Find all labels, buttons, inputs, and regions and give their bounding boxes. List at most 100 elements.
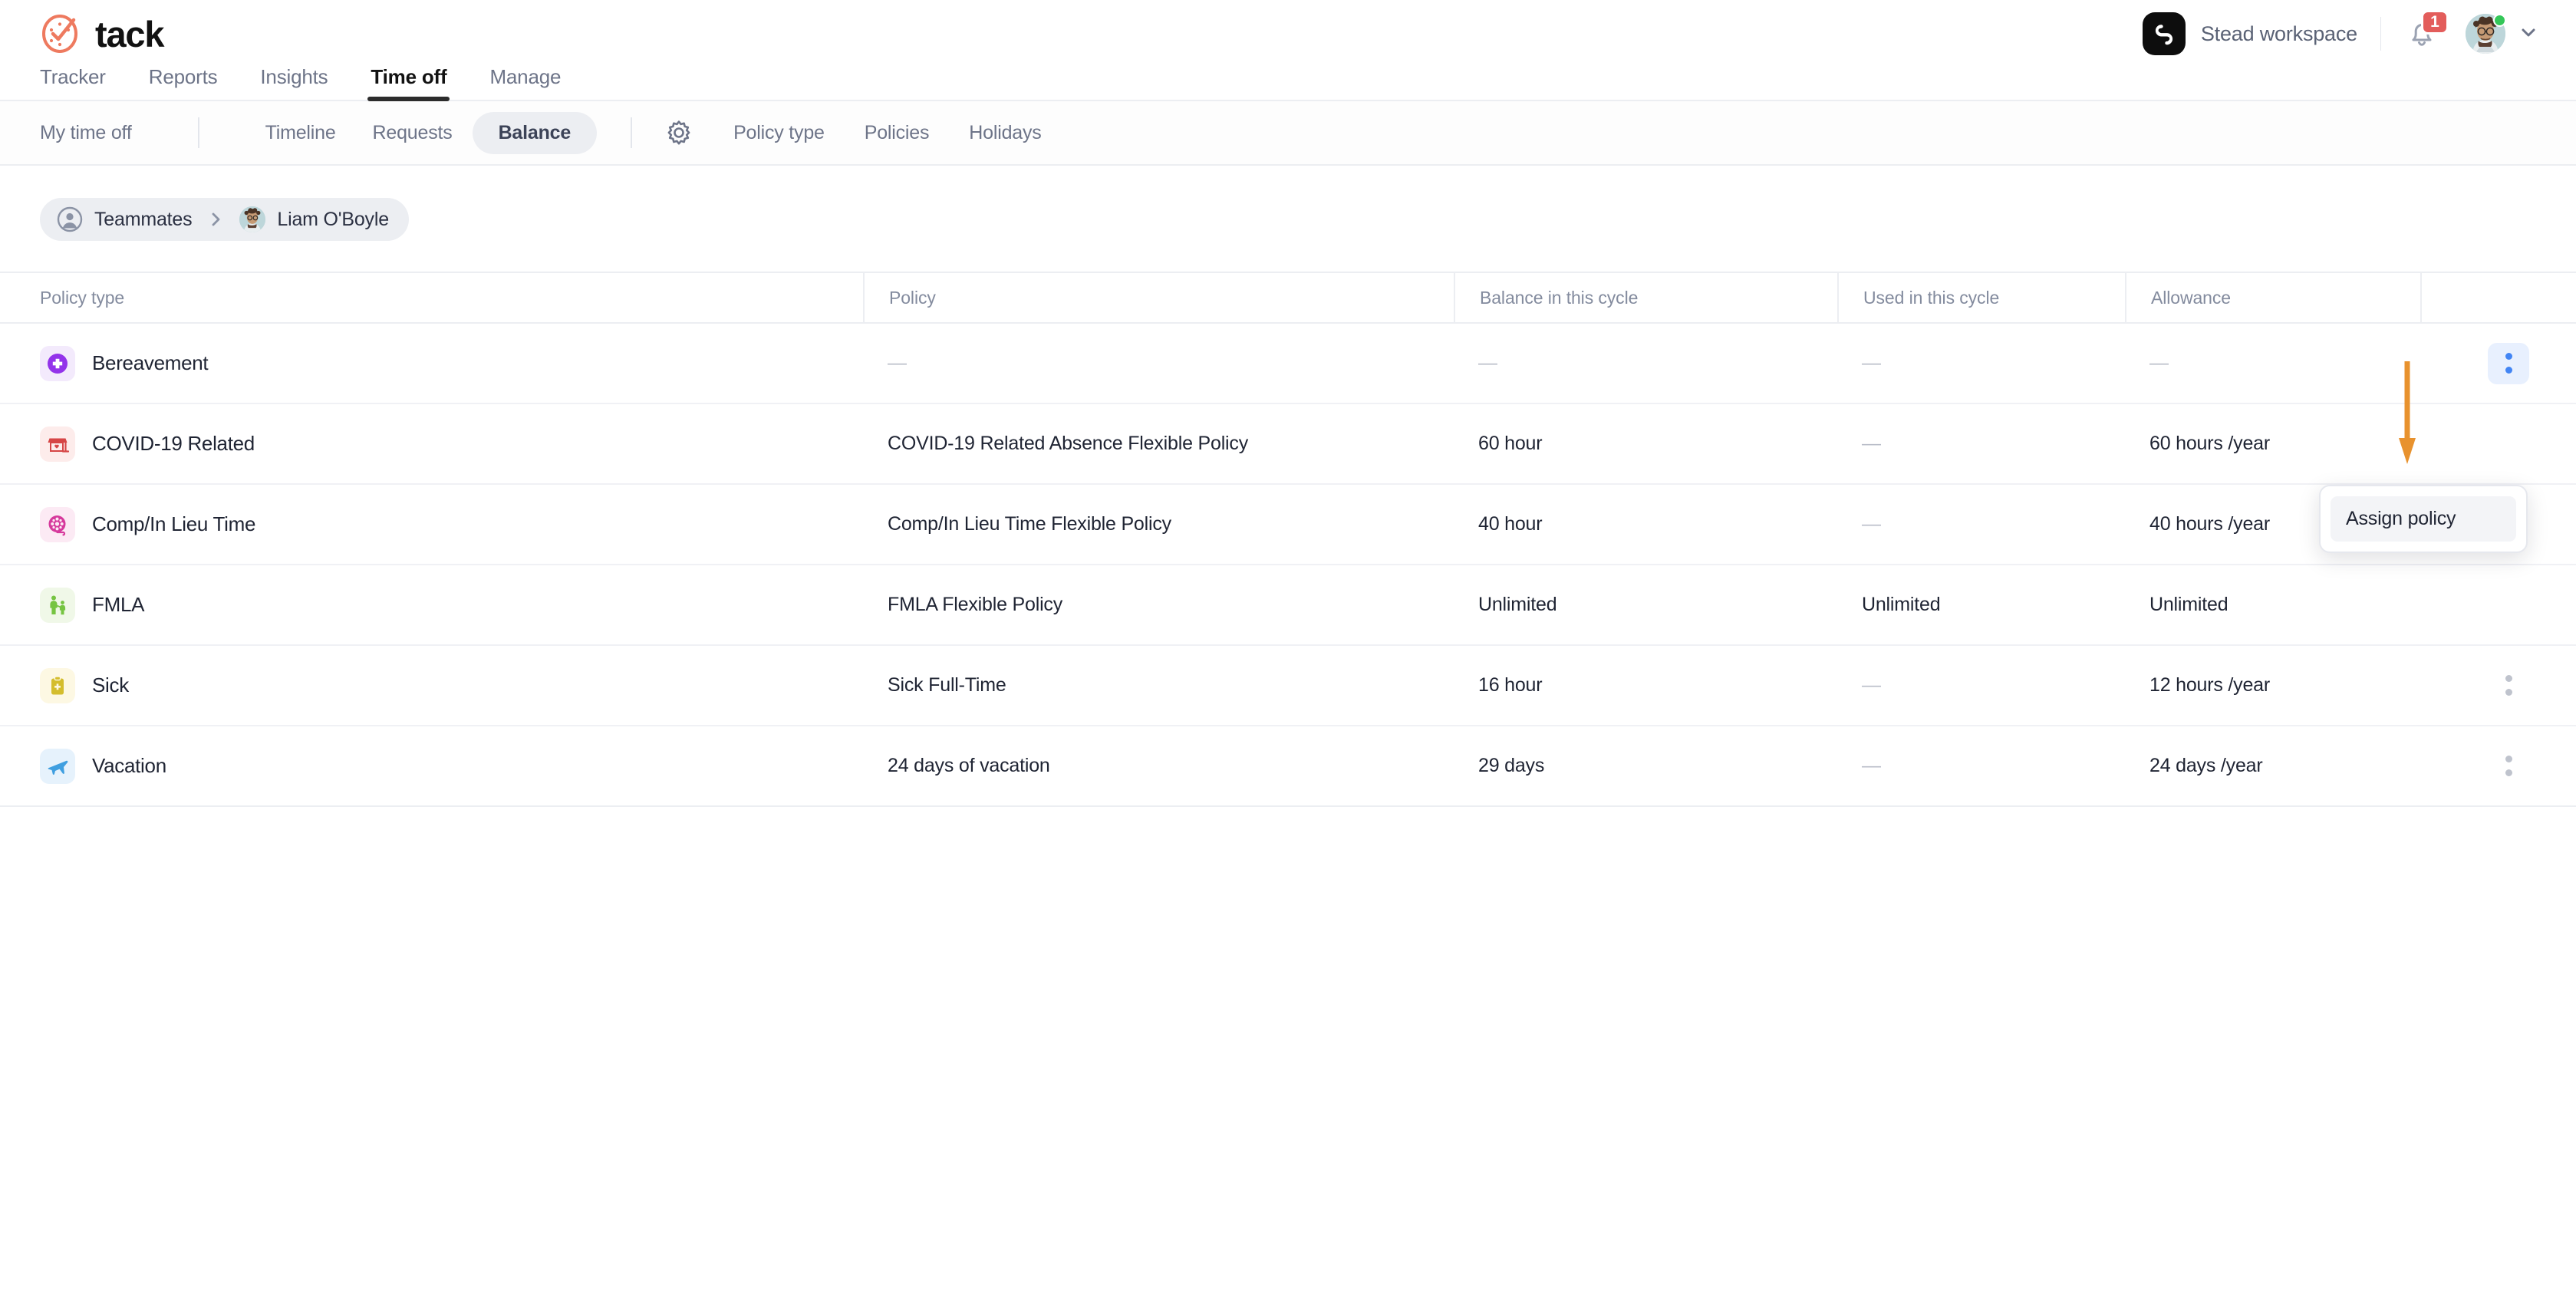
- menu-item-assign-policy[interactable]: Assign policy: [2331, 496, 2516, 542]
- cell-used: —: [1862, 352, 1881, 374]
- subnav-requests[interactable]: Requests: [373, 113, 453, 153]
- column-header-label: Allowance: [2151, 287, 2231, 308]
- cell-balance: 29 days: [1478, 755, 1545, 776]
- person-circle-icon: [57, 206, 83, 232]
- cell-actions: [2420, 423, 2576, 465]
- online-status-dot: [2493, 14, 2506, 27]
- table-header-row: Policy type Policy Balance in this cycle…: [0, 272, 2576, 324]
- column-header-actions: [2420, 273, 2576, 322]
- breadcrumb-person[interactable]: Liam O'Boyle: [239, 206, 389, 232]
- nav-tab-label: Reports: [148, 65, 218, 88]
- policy-type-label: Vacation: [92, 754, 166, 777]
- main-navigation: Tracker Reports Insights Time off Manage: [0, 65, 2576, 101]
- subnav-divider-1: [197, 117, 199, 148]
- sub-navigation: My time off Timeline Requests Balance Po…: [0, 101, 2576, 166]
- nav-tab-label: Time off: [371, 65, 447, 88]
- nav-tab-tracker[interactable]: Tracker: [40, 65, 106, 100]
- cell-allowance: 24 days /year: [2149, 755, 2263, 776]
- cell-policy: FMLA Flexible Policy: [888, 594, 1063, 615]
- kebab-dot: [2505, 689, 2512, 696]
- policy-type-label: Bereavement: [92, 351, 209, 374]
- table-row[interactable]: FMLA FMLA Flexible Policy Unlimited Unli…: [0, 565, 2576, 646]
- gear-icon[interactable]: [666, 120, 692, 146]
- column-header-label: Balance in this cycle: [1480, 287, 1639, 308]
- cell-used: —: [1862, 755, 1881, 776]
- subnav-label: Balance: [498, 121, 572, 143]
- subnav-label: Policies: [864, 121, 930, 143]
- column-header-policy-type: Policy type: [0, 273, 863, 322]
- chevron-down-icon[interactable]: [2518, 21, 2539, 47]
- table-row[interactable]: Comp/In Lieu Time Comp/In Lieu Time Flex…: [0, 485, 2576, 565]
- top-bar: tack Stead workspace 1: [0, 0, 2576, 68]
- chevron-right-icon: [207, 211, 224, 228]
- nav-tab-time-off[interactable]: Time off: [367, 65, 450, 101]
- avatar[interactable]: [2466, 14, 2506, 54]
- notifications-button[interactable]: 1: [2404, 10, 2449, 51]
- subnav-label: My time off: [40, 121, 132, 143]
- subnav-holidays[interactable]: Holidays: [969, 113, 1041, 153]
- nav-tab-label: Manage: [489, 65, 562, 88]
- column-header-balance: Balance in this cycle: [1454, 273, 1837, 322]
- cell-used: Unlimited: [1862, 594, 1941, 615]
- column-header-policy: Policy: [863, 273, 1454, 322]
- policy-type-label: COVID-19 Related: [92, 432, 255, 455]
- workspace-logo-icon: [2142, 12, 2186, 55]
- nav-tab-manage[interactable]: Manage: [489, 65, 561, 100]
- row-menu-button[interactable]: [2488, 342, 2529, 384]
- subnav-timeline[interactable]: Timeline: [265, 113, 336, 153]
- cell-balance: Unlimited: [1478, 594, 1557, 615]
- subnav-label: Holidays: [969, 121, 1042, 143]
- cell-balance: —: [1478, 352, 1497, 374]
- cell-used: —: [1862, 433, 1881, 454]
- cell-balance: 60 hour: [1478, 433, 1543, 454]
- cell-allowance: 60 hours /year: [2149, 433, 2271, 454]
- top-bar-right: Stead workspace 1: [2142, 10, 2539, 55]
- film-reel-icon: [40, 506, 75, 542]
- cell-policy-type: Vacation: [0, 726, 863, 805]
- cell-allowance: —: [2149, 352, 2169, 374]
- clipboard-medical-icon: [40, 667, 75, 703]
- subnav-policy-type[interactable]: Policy type: [733, 113, 825, 153]
- subnav-my-time-off[interactable]: My time off: [40, 113, 132, 153]
- cell-balance: 16 hour: [1478, 674, 1543, 696]
- cell-policy: Comp/In Lieu Time Flexible Policy: [888, 513, 1171, 535]
- subnav-divider-2: [631, 117, 633, 148]
- subnav-label: Timeline: [265, 121, 336, 143]
- cell-policy: 24 days of vacation: [888, 755, 1050, 776]
- cell-policy-type: Sick: [0, 646, 863, 725]
- notification-badge: 1: [2421, 10, 2449, 35]
- cell-policy-type: COVID-19 Related: [0, 404, 863, 483]
- table-row[interactable]: COVID-19 Related COVID-19 Related Absenc…: [0, 404, 2576, 485]
- storefront-icon: [40, 426, 75, 462]
- subnav-policies[interactable]: Policies: [865, 113, 930, 153]
- policy-type-label: Comp/In Lieu Time: [92, 512, 256, 535]
- table-row[interactable]: Vacation 24 days of vacation 29 days — 2…: [0, 726, 2576, 807]
- brand-logo-area[interactable]: tack: [40, 12, 164, 55]
- cell-actions: [2420, 584, 2576, 626]
- breadcrumb-teammates[interactable]: Teammates: [57, 206, 193, 232]
- breadcrumb: Teammates Liam O'Boyle: [40, 198, 409, 241]
- cell-policy-type: FMLA: [0, 565, 863, 644]
- parent-child-icon: [40, 587, 75, 623]
- row-menu-button[interactable]: [2488, 746, 2529, 787]
- nav-tab-insights[interactable]: Insights: [260, 65, 328, 100]
- cell-balance: 40 hour: [1478, 513, 1543, 535]
- subnav-label: Policy type: [733, 121, 825, 143]
- subnav-label: Requests: [372, 121, 453, 143]
- kebab-dot: [2505, 367, 2512, 374]
- kebab-dot: [2505, 756, 2512, 762]
- row-context-menu: Assign policy: [2319, 485, 2528, 553]
- menu-item-label: Assign policy: [2346, 508, 2456, 529]
- policy-type-label: FMLA: [92, 593, 145, 616]
- workspace-switcher[interactable]: Stead workspace: [2142, 12, 2357, 55]
- table-row[interactable]: Sick Sick Full-Time 16 hour — 12 hours /…: [0, 646, 2576, 726]
- breadcrumb-label: Teammates: [94, 208, 193, 230]
- policy-type-label: Sick: [92, 673, 129, 696]
- row-menu-button[interactable]: [2488, 665, 2529, 706]
- kebab-dot: [2505, 353, 2512, 360]
- nav-tab-reports[interactable]: Reports: [149, 65, 218, 100]
- medical-cross-circle-icon: [40, 345, 75, 381]
- top-bar-divider: [2380, 17, 2381, 51]
- subnav-balance[interactable]: Balance: [472, 111, 598, 154]
- table-row[interactable]: Bereavement — — — —: [0, 324, 2576, 404]
